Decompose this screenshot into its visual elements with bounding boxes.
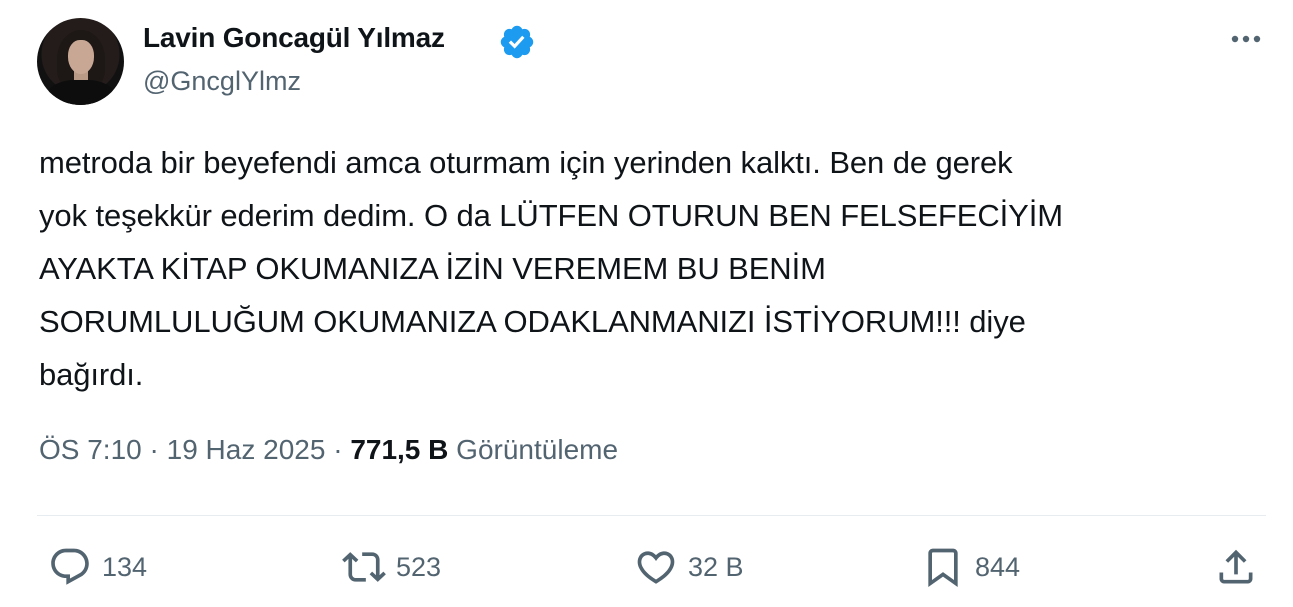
bookmark-button[interactable]: 844 <box>921 545 1020 589</box>
views-count: 771,5 B <box>350 434 449 465</box>
bookmark-count: 844 <box>975 551 1021 582</box>
reply-button[interactable]: 134 <box>48 545 147 589</box>
verified-badge-icon <box>500 25 534 59</box>
reply-icon <box>51 548 89 585</box>
tweet-text: metroda bir beyefendi amca oturmam için … <box>39 136 1264 401</box>
meta-separator: · <box>333 434 343 465</box>
meta-separator: · <box>149 434 159 465</box>
more-options-icon[interactable] <box>1226 24 1266 54</box>
tweet-text-line: AYAKTA KİTAP OKUMANIZA İZİN VEREMEM BU B… <box>39 251 826 286</box>
share-icon <box>1219 549 1253 584</box>
tweet-time[interactable]: ÖS 7:10 <box>39 434 142 465</box>
author-handle[interactable]: @GncglYlmz <box>143 66 301 97</box>
retweet-count: 523 <box>396 551 442 582</box>
retweet-icon <box>342 552 386 582</box>
tweet-text-line: SORUMLULUĞUM OKUMANIZA ODAKLANMANIZI İST… <box>39 304 1026 339</box>
author-avatar[interactable] <box>37 18 124 105</box>
bookmark-icon <box>928 548 958 588</box>
tweet-text-line: metroda bir beyefendi amca oturmam için … <box>39 145 1013 180</box>
divider <box>37 515 1266 516</box>
views-label: Görüntüleme <box>456 434 619 465</box>
like-button[interactable]: 32 B <box>634 545 744 589</box>
like-count: 32 B <box>688 551 744 582</box>
tweet-date[interactable]: 19 Haz 2025 <box>167 434 326 465</box>
retweet-button[interactable]: 523 <box>342 545 441 589</box>
tweet-meta: ÖS 7:10 · 19 Haz 2025 · 771,5 B Görüntül… <box>39 434 618 466</box>
reply-count: 134 <box>102 551 148 582</box>
tweet-text-line: bağırdı. <box>39 357 144 392</box>
share-button[interactable] <box>1214 545 1258 589</box>
tweet-card: Lavin Goncagül Yılmaz @GncglYlmz metroda… <box>0 0 1293 607</box>
like-icon <box>637 551 675 584</box>
author-display-name[interactable]: Lavin Goncagül Yılmaz <box>143 22 445 54</box>
tweet-text-line: yok teşekkür ederim dedim. O da LÜTFEN O… <box>39 198 1063 233</box>
